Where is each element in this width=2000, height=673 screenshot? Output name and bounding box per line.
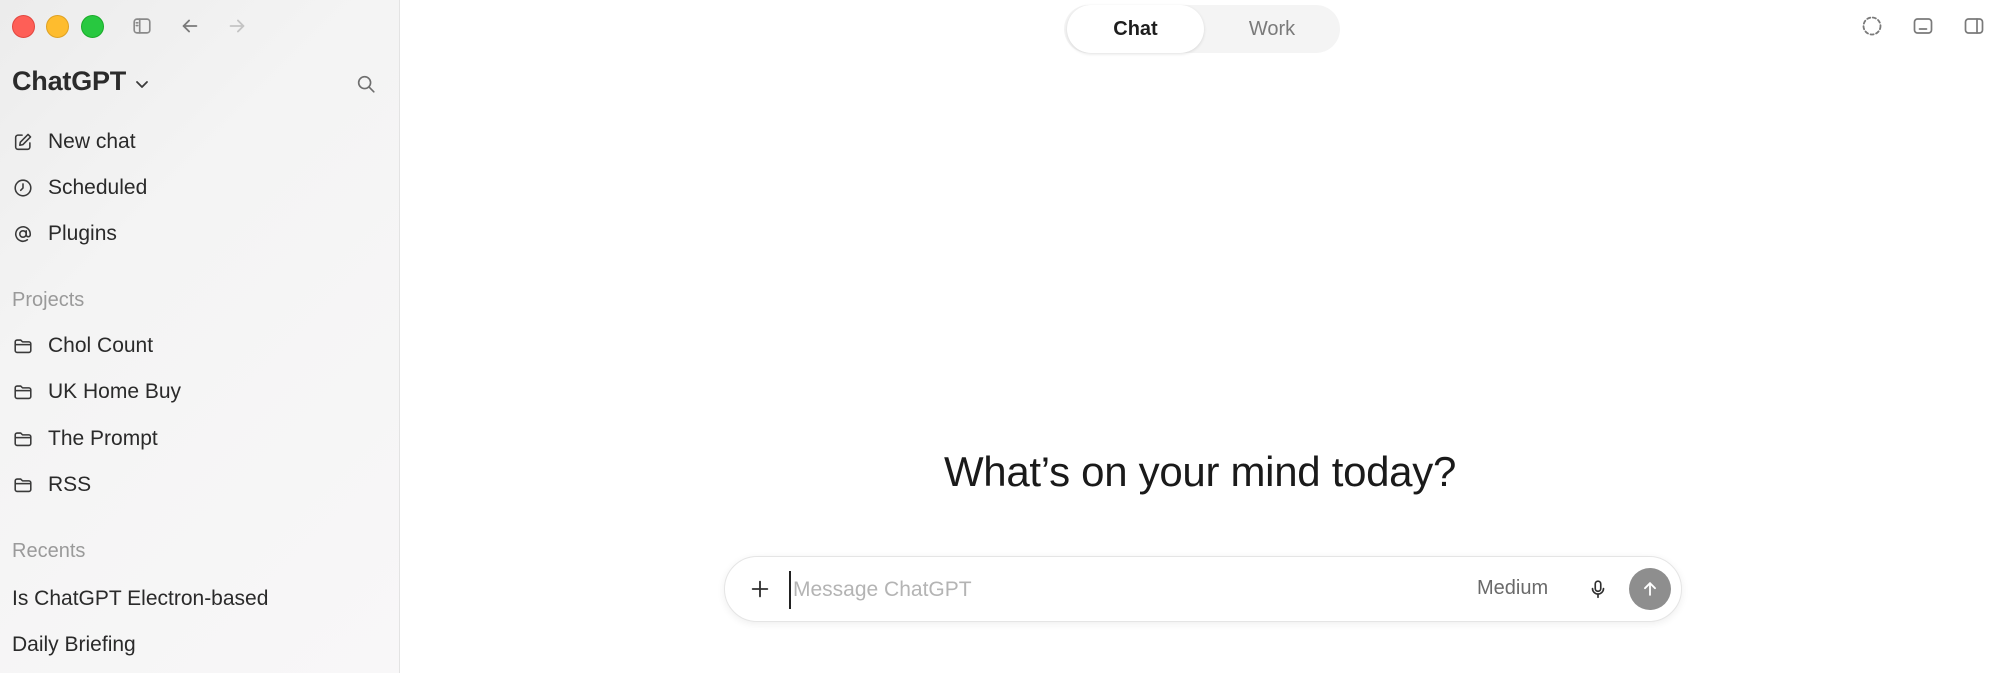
recents-heading: Recents — [12, 540, 86, 562]
project-item-uk-home-buy[interactable]: UK Home Buy — [12, 376, 181, 408]
attach-button[interactable] — [745, 574, 775, 604]
message-composer: Medium — [724, 556, 1682, 622]
search-icon — [357, 75, 375, 93]
welcome-headline: What’s on your mind today? — [943, 448, 1457, 495]
forward-arrow-icon[interactable] — [223, 12, 251, 40]
pencil-square-icon — [14, 133, 32, 151]
project-label: RSS — [48, 473, 92, 496]
back-arrow-icon[interactable] — [176, 12, 204, 40]
right-panel-toggle-button[interactable] — [1960, 12, 1988, 40]
clock-icon — [14, 179, 32, 197]
plus-icon — [751, 580, 769, 598]
window-minimize-button[interactable] — [46, 15, 69, 38]
mode-switch: Chat Work — [1064, 5, 1340, 53]
reasoning-level-selector[interactable]: Medium — [1477, 577, 1548, 600]
recent-chat-item[interactable]: Is ChatGPT Electron-based — [12, 587, 268, 611]
window-close-button[interactable] — [12, 15, 35, 38]
folder-icon — [14, 339, 32, 354]
tab-chat[interactable]: Chat — [1067, 5, 1204, 53]
dashed-circle-icon — [1862, 16, 1882, 36]
message-input[interactable] — [789, 571, 1395, 609]
scheduled-item[interactable]: Scheduled — [12, 172, 147, 204]
sidebar-toggle-icon[interactable] — [128, 12, 156, 40]
send-button[interactable] — [1629, 568, 1671, 610]
nav-label: Plugins — [48, 222, 117, 245]
new-chat-item[interactable]: New chat — [12, 126, 136, 158]
compact-window-button[interactable] — [1909, 12, 1937, 40]
plugins-item[interactable]: Plugins — [12, 218, 117, 250]
chevron-down-icon — [136, 80, 149, 88]
project-label: The Prompt — [48, 427, 158, 450]
nav-label: Scheduled — [48, 176, 148, 199]
model-selector[interactable]: ChatGPT — [12, 66, 150, 97]
sidebar: ChatGPT New chat Scheduled Plugins Proje… — [0, 0, 400, 673]
at-sign-icon — [15, 226, 32, 243]
project-label: UK Home Buy — [48, 380, 182, 403]
nav-label: New chat — [48, 130, 136, 153]
arrow-up-icon — [1644, 582, 1656, 596]
search-button[interactable] — [352, 70, 380, 98]
folder-icon — [14, 478, 32, 493]
project-item-rss[interactable]: RSS — [12, 469, 91, 501]
temporary-chat-button[interactable] — [1858, 12, 1886, 40]
right-sidebar-icon — [1964, 18, 1984, 34]
window-bottom-panel-icon — [1913, 18, 1933, 34]
folder-icon — [14, 385, 32, 400]
project-item-the-prompt[interactable]: The Prompt — [12, 423, 158, 455]
microphone-icon — [1591, 580, 1605, 599]
tab-work[interactable]: Work — [1204, 5, 1340, 53]
project-label: Chol Count — [48, 334, 154, 357]
project-item-chol-count[interactable]: Chol Count — [12, 330, 153, 362]
window-zoom-button[interactable] — [81, 15, 104, 38]
projects-heading: Projects — [12, 289, 85, 311]
dictation-button[interactable] — [1583, 574, 1613, 604]
app-title: ChatGPT — [12, 66, 127, 96]
folder-icon — [14, 432, 32, 447]
recent-chat-item[interactable]: Daily Briefing — [12, 633, 136, 657]
